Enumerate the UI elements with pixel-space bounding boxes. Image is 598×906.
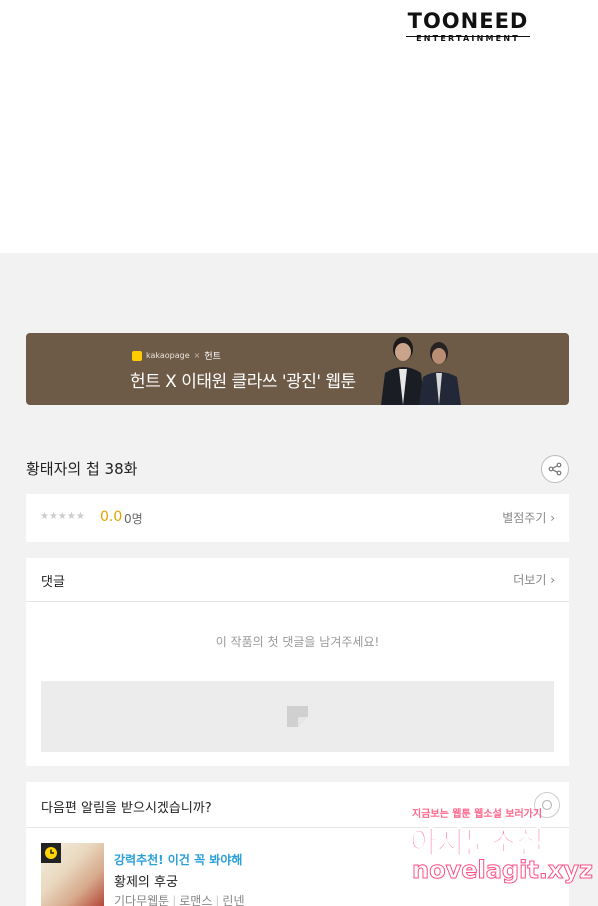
clock-badge (41, 843, 61, 863)
episode-title: 황태자의 첩 38화 (26, 460, 138, 478)
banner-brand-partner: 헌트 (204, 352, 221, 362)
banner-title: 헌트 X 이태원 클라쓰 '광진' 웹툰 (130, 372, 356, 392)
comment-input-box[interactable] (41, 681, 554, 752)
share-icon (548, 462, 562, 476)
site-watermark: 지금보는 웹툰 웹소설 보러가기 아지툰소설 novelagit.xyz (408, 800, 594, 900)
recommend-tag: 강력추천! 이건 꼭 봐야해 (114, 853, 243, 867)
promo-banner[interactable]: kakaopage × 헌트 헌트 X 이태원 클라쓰 '광진' 웹툰 (26, 333, 569, 405)
recommend-meta-author: 린넨 (222, 894, 245, 906)
rating-stars: ★★★★★ (40, 511, 85, 522)
logo-rule (406, 36, 530, 37)
comment-header: 댓글 더보기 › (26, 558, 569, 602)
comment-card: 댓글 더보기 › 이 작품의 첫 댓글을 남겨주세요! (26, 558, 569, 766)
comments-more-link[interactable]: 더보기 › (513, 571, 555, 588)
banner-brand: kakaopage × 헌트 (132, 349, 221, 362)
logo-main-text: TOONEED (407, 9, 529, 33)
clock-icon (45, 847, 57, 859)
share-button[interactable] (541, 455, 569, 483)
watermark-line3: novelagit.xyz (411, 856, 594, 885)
tooneed-logo: TOONEED ENTERTAINMENT (398, 9, 538, 45)
recommend-meta-genre: 로맨스 (179, 894, 213, 906)
comment-placeholder-icon (287, 706, 308, 727)
recommend-thumbnail[interactable] (41, 843, 104, 906)
recommend-title[interactable]: 황제의 후궁 (114, 871, 178, 890)
meta-separator: | (172, 894, 177, 906)
rating-count: 0명 (124, 512, 143, 526)
banner-brand-label: kakaopage (146, 351, 190, 360)
logo-sub-text: ENTERTAINMENT (416, 34, 520, 43)
comment-title: 댓글 (41, 575, 65, 590)
recommend-meta: 기다무웹툰 | 로맨스 | 린넨 (114, 892, 245, 906)
kakaopage-icon (132, 350, 142, 361)
notify-title: 다음편 알림을 받으시겠습니까? (41, 801, 212, 816)
meta-separator: | (215, 894, 220, 906)
recommend-meta-type: 기다무웹툰 (114, 894, 170, 906)
rate-button[interactable]: 별점주기 › (502, 509, 555, 526)
rating-card: ★★★★★ 0.0 0명 별점주기 › (26, 494, 569, 542)
comment-empty-message: 이 작품의 첫 댓글을 남겨주세요! (215, 635, 380, 649)
banner-characters-image (381, 337, 461, 405)
rating-value: 0.0 (100, 509, 123, 525)
banner-brand-x: × (193, 351, 201, 360)
